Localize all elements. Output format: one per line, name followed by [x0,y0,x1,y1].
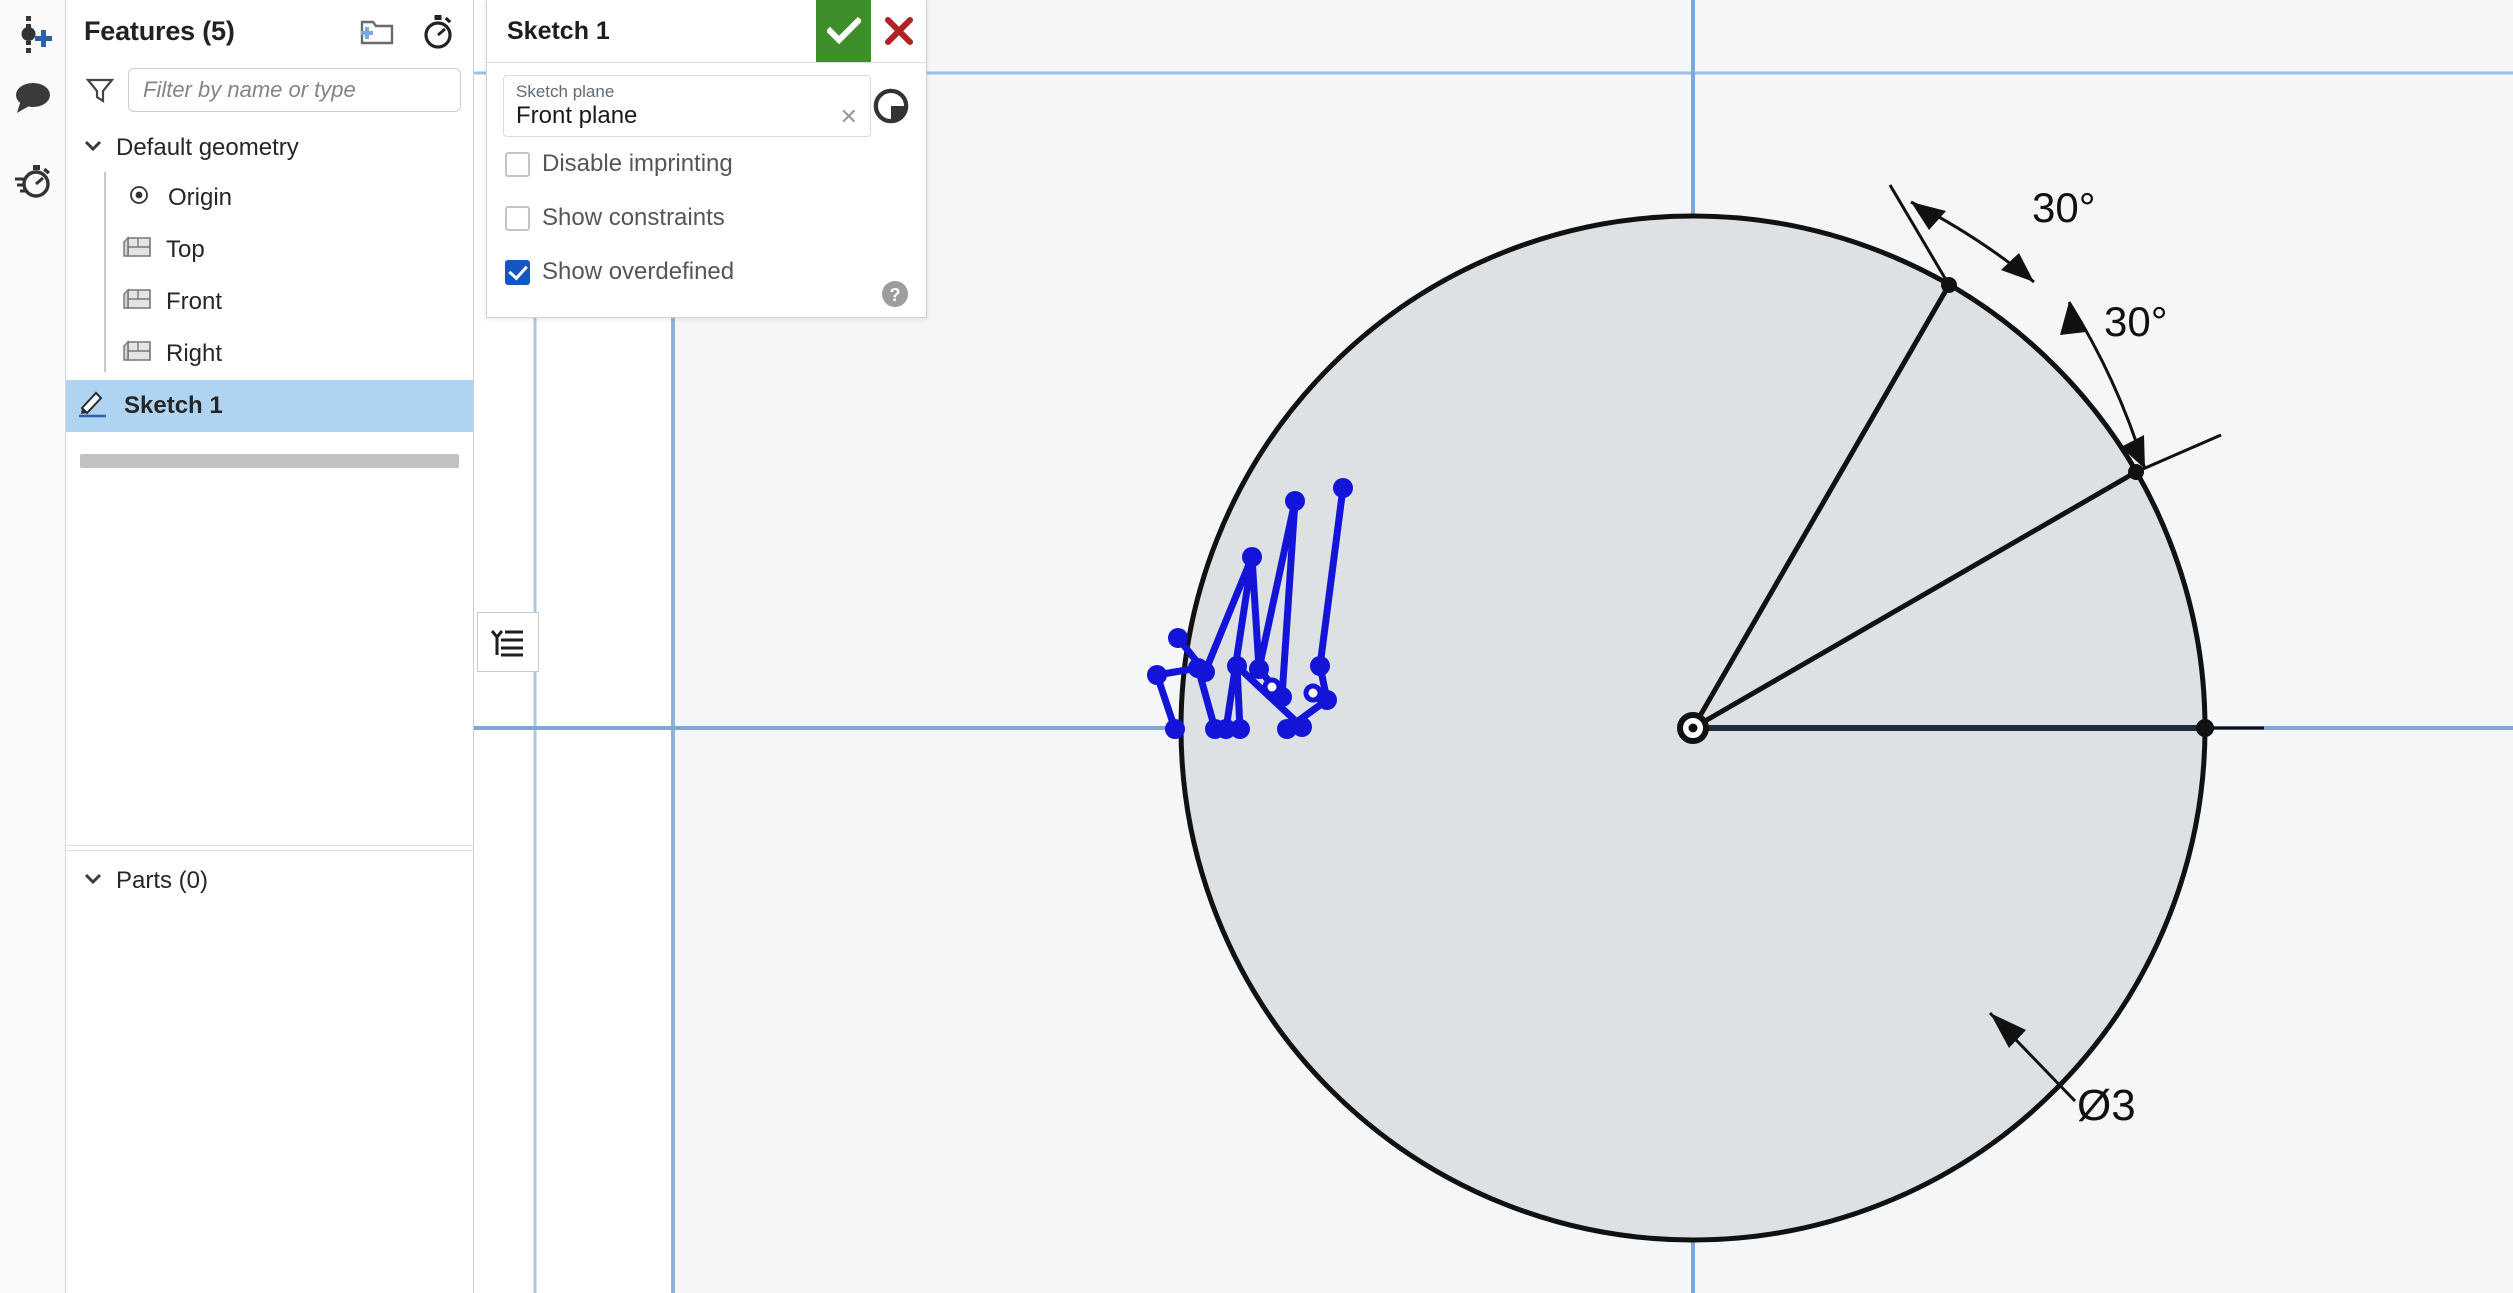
sketch-plane-value: Front plane [516,102,638,129]
origin-icon [128,184,150,213]
help-icon[interactable]: ? [880,279,910,309]
parts-label: Parts (0) [116,867,209,894]
option-label: Disable imprinting [542,150,733,177]
tree-group-default-geometry[interactable]: Default geometry [66,124,473,172]
sidebar-item-label: Origin [168,184,233,211]
plane-icon [122,338,152,371]
checkbox-show-constraints[interactable] [505,205,530,231]
sketch-plane-label: Sketch plane [516,82,615,101]
angle-dim-upper-label[interactable]: 30° [2032,184,2096,231]
sidebar-item-origin[interactable]: Origin [66,172,473,224]
sidebar-item-front[interactable]: Front [66,276,473,328]
parts-section-header[interactable]: Parts (0) [66,851,473,911]
sidebar-item-label: Right [166,340,223,367]
rollback-timer-icon[interactable] [421,13,455,49]
new-folder-icon[interactable] [359,16,395,46]
filter-icon[interactable] [82,76,118,104]
features-panel-header: Features (5) [66,0,473,62]
sketch-dialog-title: Sketch 1 [507,16,610,45]
clear-plane-icon[interactable]: ✕ [840,104,858,130]
checkbox-disable-imprinting[interactable] [505,151,530,177]
option-disable-imprinting[interactable]: Disable imprinting [503,137,910,191]
plane-icon [122,286,152,319]
sidebar-item-top[interactable]: Top [66,224,473,276]
list-collapse-icon[interactable] [477,612,539,672]
panel-divider [66,845,473,846]
sidebar-item-right[interactable]: Right [66,328,473,380]
left-icon-rail [0,0,66,1293]
chevron-down-icon[interactable] [82,867,104,896]
page-title: Features (5) [84,15,235,46]
features-panel: Features (5) Filter by name or type Defa… [66,0,474,1293]
sketch-view-clock-icon[interactable] [870,85,912,127]
filter-row [66,62,473,118]
option-label: Show constraints [542,204,725,231]
add-feature-icon[interactable] [0,0,66,66]
features-panel-header-icons [359,0,455,62]
angle-dim-lower-label[interactable]: 30° [2104,298,2168,345]
accept-button[interactable] [816,0,871,62]
comment-icon[interactable] [0,64,66,130]
sketch-dialog-body: Sketch 1 Sketch plane Front plane ✕ Disa… [487,63,926,317]
feature-tree: Default geometry Origin Top Front Right … [66,118,473,468]
chevron-down-icon[interactable] [82,134,104,163]
tree-group-label: Default geometry [116,134,299,161]
cancel-button[interactable] [871,0,926,62]
option-show-overdefined[interactable]: Show overdefined [503,245,910,299]
search-input[interactable] [128,68,461,112]
feature-tree-scrollbar[interactable] [80,454,459,468]
sketch-dialog: Sketch 1 Sketch 1 Sketch plane Front pla… [486,0,927,318]
sidebar-item-label: Top [166,236,205,263]
option-show-constraints[interactable]: Show constraints [503,191,910,245]
check-icon [826,17,861,45]
app-root: Features (5) Filter by name or type Defa… [0,0,2513,1293]
sidebar-item-sketch-1[interactable]: Sketch 1 [66,380,473,432]
sketch-dialog-header: Sketch 1 [487,0,926,63]
tree-children: Origin Top Front Right [66,172,473,380]
sidebar-item-label: Sketch 1 [124,392,223,419]
checkbox-show-overdefined[interactable] [505,259,530,285]
svg-text:?: ? [890,285,901,305]
sketch-pencil-icon [76,388,110,425]
parts-section: Parts (0) [66,850,473,911]
origin-marker[interactable] [1677,712,1709,744]
history-icon[interactable] [0,148,66,214]
plane-icon [122,234,152,267]
sketch-plane-field[interactable]: Sketch plane Front plane ✕ [503,75,871,137]
option-label: Show overdefined [542,258,735,285]
x-icon [884,17,913,45]
sidebar-item-label: Front [166,288,223,315]
diameter-dim-label[interactable]: Ø3 [2077,1081,2136,1130]
